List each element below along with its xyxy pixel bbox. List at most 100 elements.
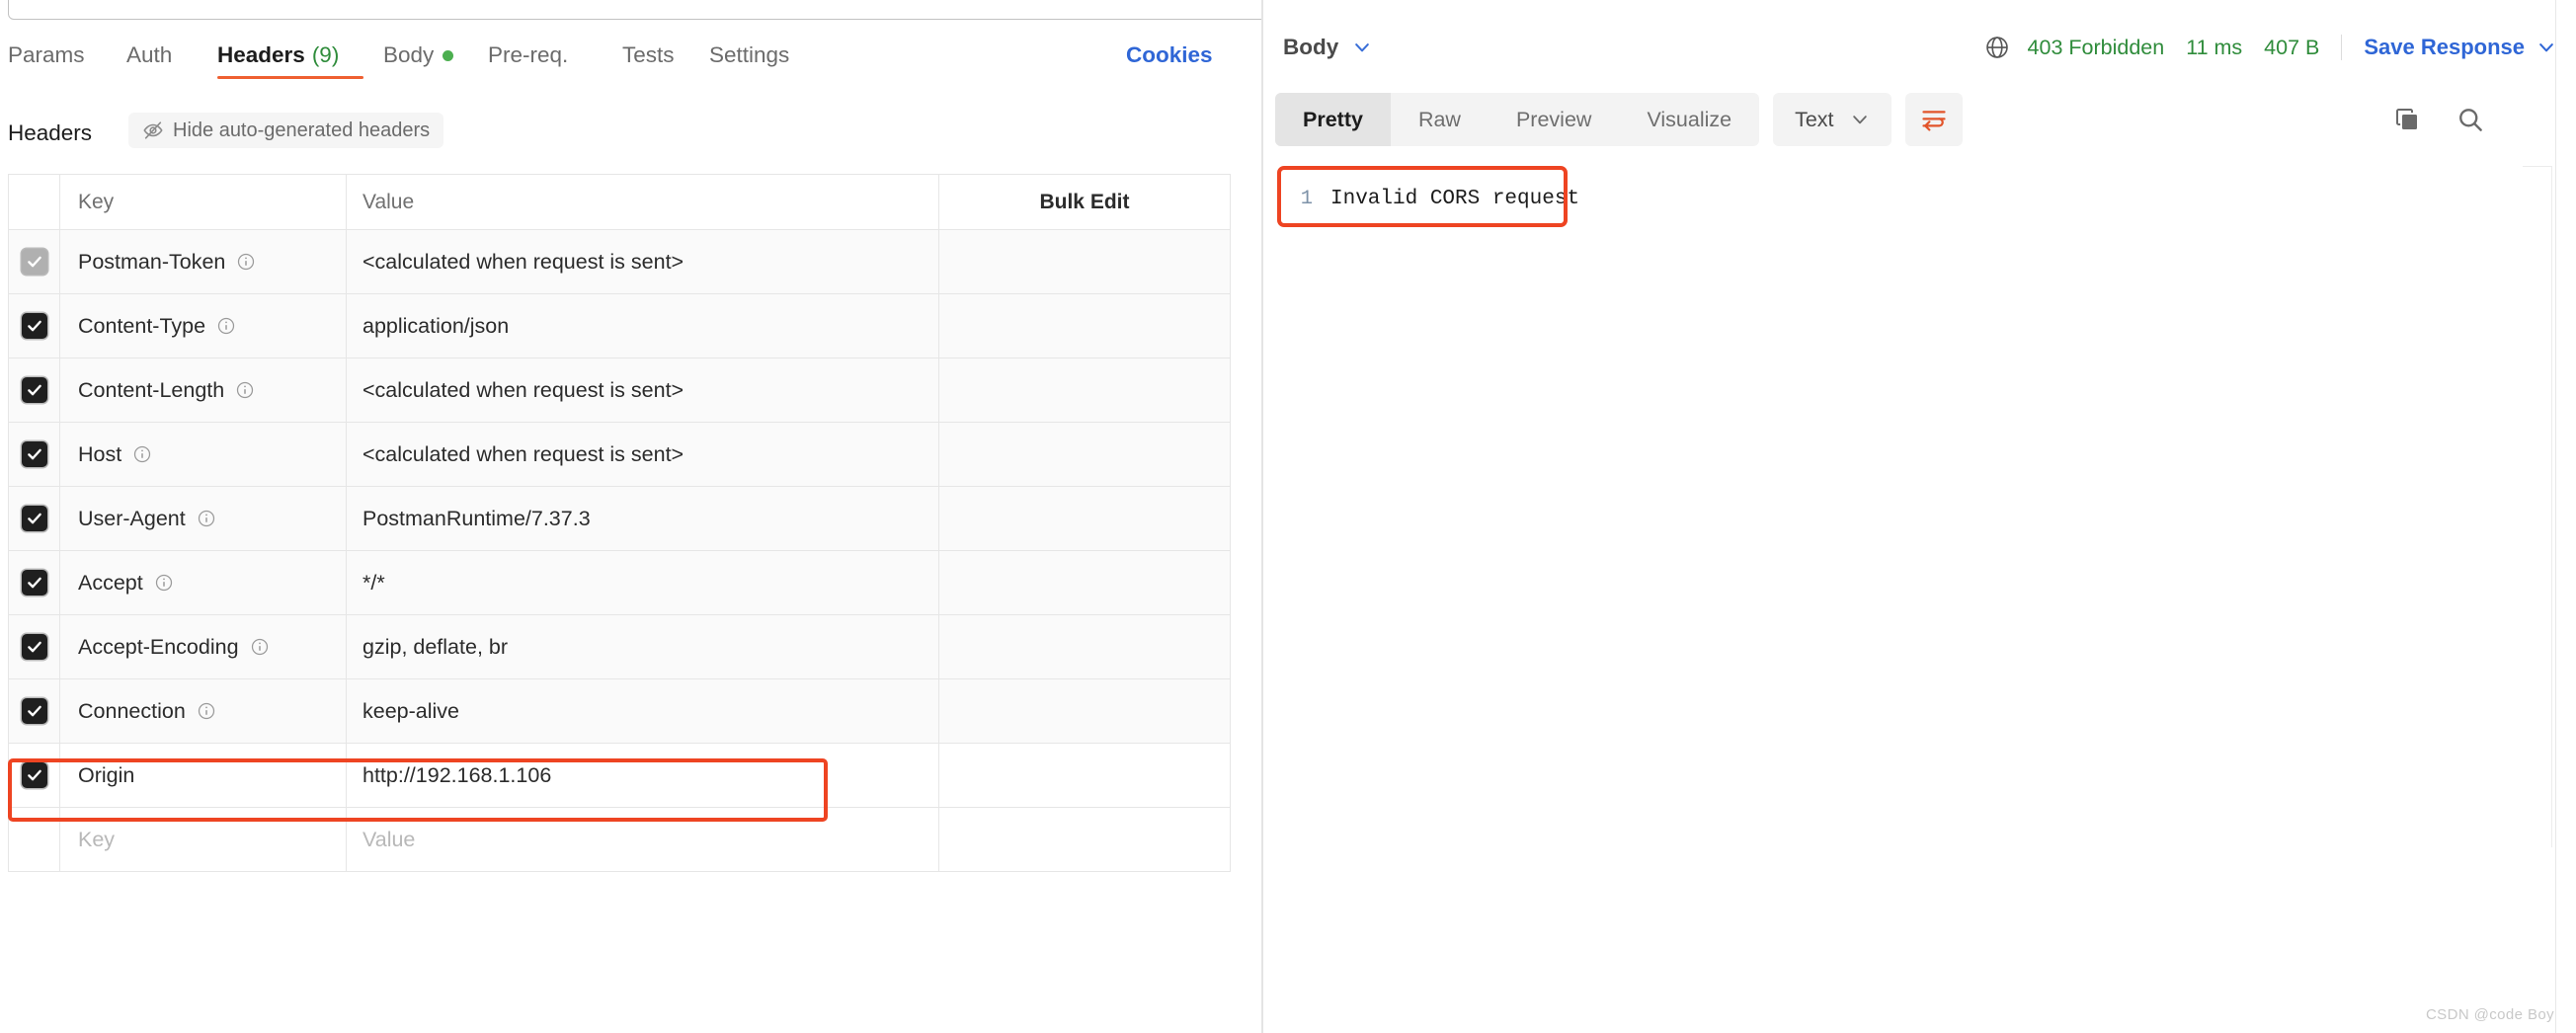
row-key-cell[interactable]: Content-Type: [60, 294, 347, 358]
header-key-text: Content-Type: [78, 313, 206, 338]
tab-body[interactable]: Body: [383, 32, 454, 79]
row-spacer-cell: [939, 615, 1230, 678]
new-value-input[interactable]: Value: [347, 808, 939, 871]
info-icon[interactable]: [235, 380, 255, 400]
table-row[interactable]: Content-Type application/json: [9, 294, 1230, 358]
info-icon[interactable]: [250, 637, 270, 657]
word-wrap-toggle-button[interactable]: [1904, 93, 1963, 146]
info-icon[interactable]: [132, 444, 152, 464]
info-icon[interactable]: [216, 316, 236, 336]
checkbox-icon[interactable]: [21, 313, 47, 339]
checkbox-icon[interactable]: [21, 506, 47, 531]
new-key-input[interactable]: Key: [60, 808, 347, 871]
header-key-text: Host: [78, 441, 122, 466]
checkbox-icon[interactable]: [21, 570, 47, 596]
tab-params[interactable]: Params: [8, 32, 85, 79]
row-key-cell[interactable]: Connection: [60, 679, 347, 743]
tab-visualize[interactable]: Visualize: [1619, 93, 1759, 146]
header-key-text: Accept: [78, 570, 143, 595]
response-toolbar: Pretty Raw Preview Visualize Text: [1275, 93, 1963, 146]
table-row[interactable]: Postman-Token <calculated when request is…: [9, 230, 1230, 294]
header-cell-value: Value: [347, 175, 939, 229]
row-spacer-cell: [939, 230, 1230, 293]
cookies-link[interactable]: Cookies: [1126, 32, 1213, 79]
row-checkbox-cell: [9, 423, 60, 486]
row-value-cell[interactable]: */*: [347, 551, 939, 614]
row-key-cell[interactable]: Content-Length: [60, 358, 347, 422]
bulk-edit-button[interactable]: Bulk Edit: [939, 175, 1230, 229]
row-value-cell[interactable]: <calculated when request is sent>: [347, 423, 939, 486]
row-key-cell[interactable]: Postman-Token: [60, 230, 347, 293]
checkbox-icon[interactable]: [21, 249, 47, 275]
row-value-cell[interactable]: gzip, deflate, br: [347, 615, 939, 678]
tab-auth[interactable]: Auth: [126, 32, 172, 79]
row-key-cell[interactable]: User-Agent: [60, 487, 347, 550]
row-value-cell[interactable]: <calculated when request is sent>: [347, 230, 939, 293]
response-body-viewer[interactable]: 1 Invalid CORS request: [1275, 166, 2510, 976]
header-cell-key: Key: [60, 175, 347, 229]
checkbox-icon[interactable]: [21, 634, 47, 660]
row-key-cell[interactable]: Accept: [60, 551, 347, 614]
checkbox-icon[interactable]: [21, 441, 47, 467]
row-value-cell[interactable]: application/json: [347, 294, 939, 358]
row-value-cell[interactable]: PostmanRuntime/7.37.3: [347, 487, 939, 550]
code-lines: 1 Invalid CORS request: [1275, 166, 2510, 210]
table-row-new[interactable]: Key Value: [9, 808, 1230, 872]
header-cell-checkbox: [9, 175, 60, 229]
header-key-text: Postman-Token: [78, 249, 226, 274]
tab-headers[interactable]: Headers (9): [217, 32, 339, 79]
table-row[interactable]: Connection keep-alive: [9, 679, 1230, 744]
checkbox-icon[interactable]: [21, 762, 47, 788]
request-tab-bar: Params Auth Headers (9) Body Pre-req. Te…: [0, 32, 1261, 79]
row-value-cell[interactable]: http://192.168.1.106: [347, 744, 939, 807]
table-row[interactable]: Content-Length <calculated when request i…: [9, 358, 1230, 423]
row-value-cell[interactable]: <calculated when request is sent>: [347, 358, 939, 422]
row-value-cell[interactable]: keep-alive: [347, 679, 939, 743]
save-response-button[interactable]: Save Response: [2364, 35, 2556, 60]
body-modified-dot: [443, 49, 454, 61]
info-icon[interactable]: [236, 252, 256, 272]
table-row[interactable]: Accept */*: [9, 551, 1230, 615]
row-key-cell[interactable]: Host: [60, 423, 347, 486]
header-key-text: Accept-Encoding: [78, 634, 239, 659]
response-section-label: Body: [1283, 35, 1339, 59]
header-key-text: Origin: [78, 762, 135, 787]
status-time-text: 11 ms: [2186, 35, 2243, 59]
hide-auto-generated-label: Hide auto-generated headers: [173, 119, 431, 141]
line-number: 1: [1300, 188, 1313, 210]
tab-pretty[interactable]: Pretty: [1275, 93, 1391, 146]
row-checkbox-cell: [9, 679, 60, 743]
format-select-label: Text: [1795, 107, 1834, 131]
row-key-cell[interactable]: Accept-Encoding: [60, 615, 347, 678]
tab-raw[interactable]: Raw: [1391, 93, 1489, 146]
search-icon[interactable]: [2455, 105, 2485, 134]
info-icon[interactable]: [197, 701, 216, 721]
status-size-text: 407 B: [2264, 35, 2320, 59]
response-scrollbar[interactable]: [2551, 166, 2552, 847]
info-icon[interactable]: [154, 573, 174, 593]
row-spacer-cell: [939, 358, 1230, 422]
response-format-select[interactable]: Text: [1773, 93, 1892, 146]
tab-label: Settings: [709, 42, 790, 67]
request-pane: Params Auth Headers (9) Body Pre-req. Te…: [0, 24, 1261, 1033]
row-key-cell[interactable]: Origin: [60, 744, 347, 807]
table-row[interactable]: Origin http://192.168.1.106: [9, 744, 1230, 808]
checkbox-icon[interactable]: [21, 377, 47, 403]
new-value-placeholder: Value: [362, 827, 416, 851]
tab-tests[interactable]: Tests: [622, 32, 675, 79]
table-row[interactable]: Host <calculated when request is sent>: [9, 423, 1230, 487]
hide-auto-generated-headers-button[interactable]: Hide auto-generated headers: [128, 113, 444, 148]
tab-settings[interactable]: Settings: [709, 32, 789, 79]
info-icon[interactable]: [197, 509, 216, 528]
table-row[interactable]: Accept-Encoding gzip, deflate, br: [9, 615, 1230, 679]
header-value-text: PostmanRuntime/7.37.3: [362, 506, 591, 530]
checkbox-icon[interactable]: [21, 698, 47, 724]
headers-section-title: Headers: [8, 120, 93, 145]
response-body-selector[interactable]: Body: [1283, 24, 1372, 71]
tab-preview[interactable]: Preview: [1489, 93, 1619, 146]
response-tool-icons: [2392, 93, 2485, 146]
row-spacer-cell: [939, 744, 1230, 807]
table-row[interactable]: User-Agent PostmanRuntime/7.37.3: [9, 487, 1230, 551]
copy-icon[interactable]: [2392, 105, 2422, 134]
tab-pre-request[interactable]: Pre-req.: [488, 32, 568, 79]
